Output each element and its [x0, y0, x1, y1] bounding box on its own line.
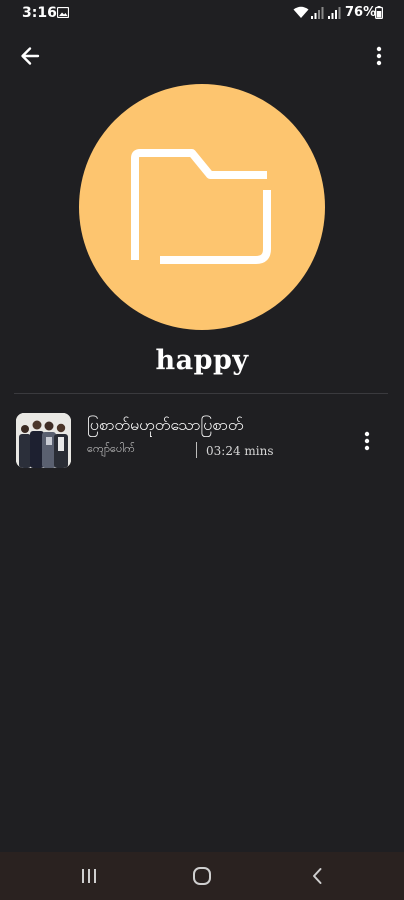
folder-title: happy	[155, 345, 249, 376]
arrow-back-icon	[21, 47, 40, 65]
more-vertical-icon	[376, 46, 382, 66]
status-time: 3:16	[22, 5, 57, 21]
song-more-button[interactable]	[356, 427, 378, 455]
recents-button[interactable]	[76, 864, 102, 888]
song-duration: 03:24 mins	[206, 444, 274, 458]
gallery-icon	[57, 7, 69, 18]
separator	[196, 442, 197, 458]
status-bar: 3:16 76%	[0, 0, 404, 26]
song-artist: ကျော်ပေါက်	[87, 442, 135, 455]
album-art	[16, 413, 71, 468]
system-nav-bar	[0, 852, 404, 900]
signal-icon	[328, 7, 341, 19]
battery-icon	[375, 6, 383, 19]
song-row[interactable]: ပြစာတ်မဟုတ်သောပြစာတ် ကျော်ပေါက် 03:24 mi…	[0, 400, 404, 480]
divider	[14, 393, 388, 394]
wifi-icon	[293, 6, 309, 18]
home-button[interactable]	[189, 864, 215, 888]
signal-icon	[311, 7, 324, 19]
folder-icon	[131, 149, 271, 264]
back-icon	[313, 868, 322, 884]
battery-percent: 76%	[345, 5, 377, 20]
playlist-screen: 3:16 76% happy ပြစာတ်မဟုတ်သောပြစာတ် ကျော…	[0, 0, 404, 900]
song-title: ပြစာတ်မဟုတ်သောပြစာတ်	[87, 415, 244, 434]
recents-icon	[82, 869, 96, 883]
more-vertical-icon	[364, 431, 370, 451]
back-button[interactable]	[14, 40, 46, 72]
home-icon	[193, 867, 211, 885]
overflow-menu-button[interactable]	[366, 40, 392, 72]
nav-back-button[interactable]	[304, 864, 330, 888]
